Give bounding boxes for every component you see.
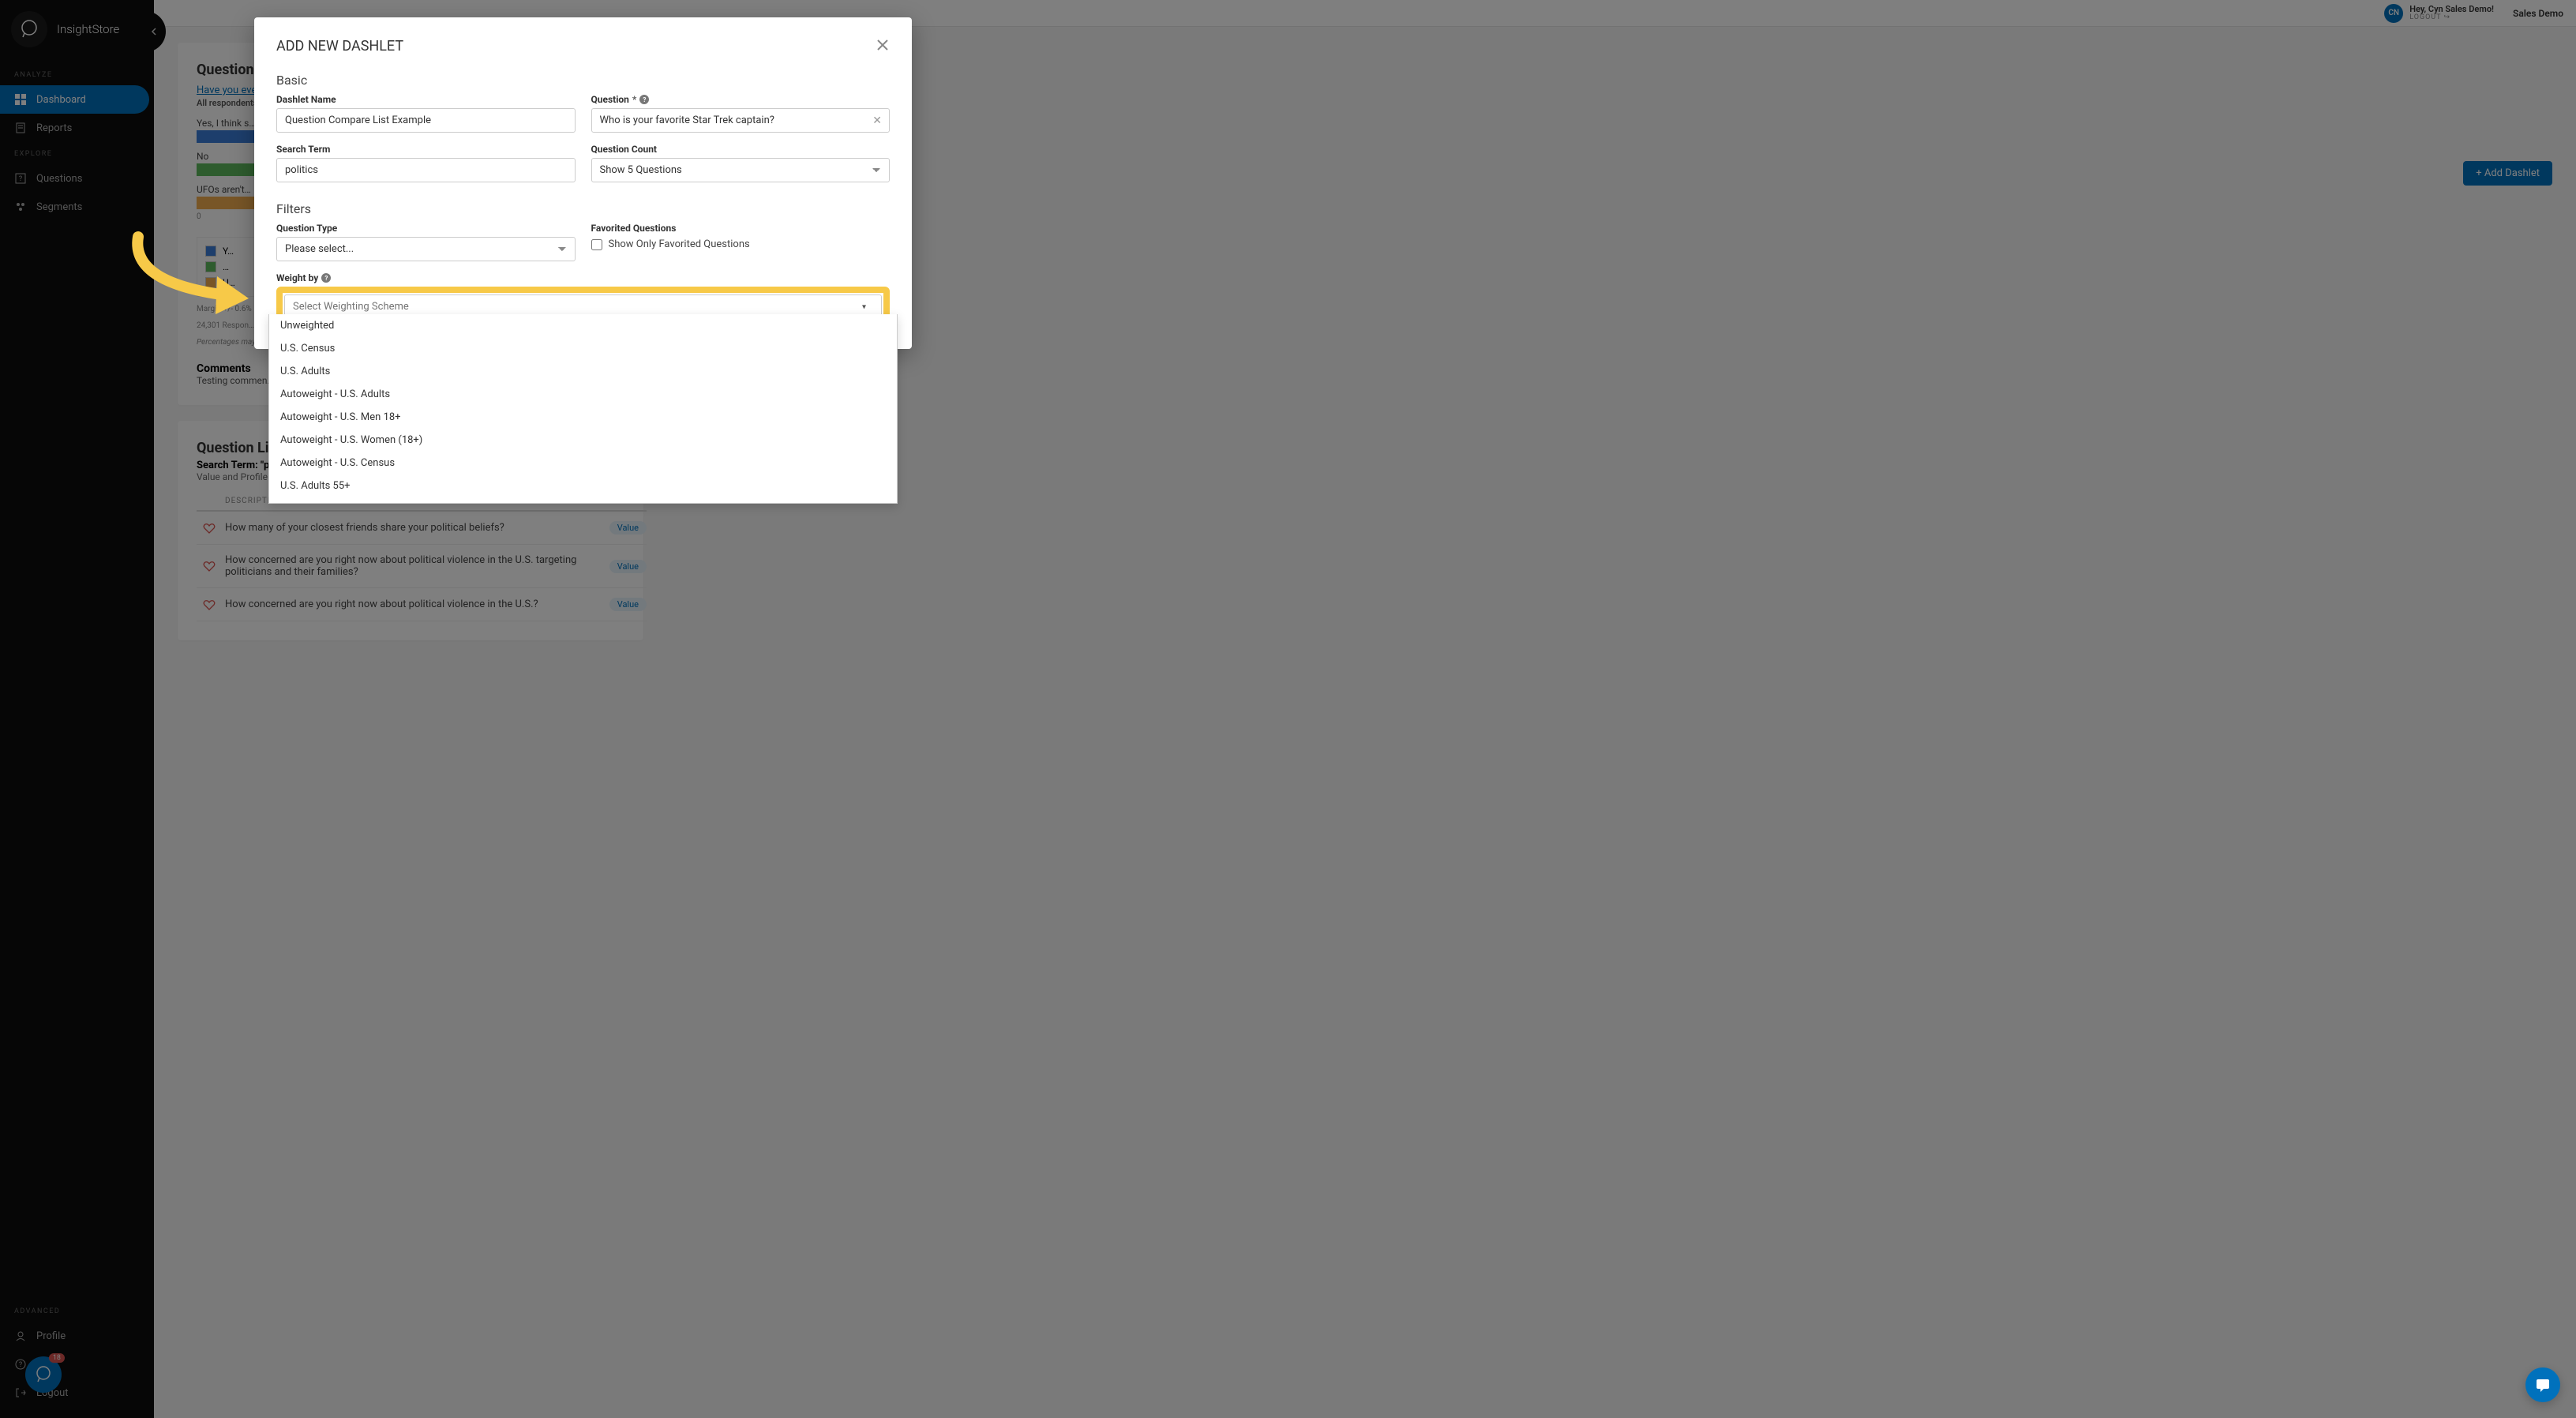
weight-option[interactable]: U.S. Adults 55+ [269, 475, 897, 497]
intercom-launcher[interactable] [2525, 1367, 2560, 1402]
add-dashlet-modal: ADD NEW DASHLET Basic Dashlet Name Quest… [254, 17, 912, 349]
weight-by-label: Weight by? [276, 272, 890, 283]
dashlet-name-input[interactable] [276, 108, 576, 133]
weight-option[interactable]: U.S. Adults 18-34 [269, 497, 897, 504]
weight-option[interactable]: Autoweight - U.S. Census [269, 452, 897, 475]
search-term-label: Search Term [276, 144, 576, 155]
weight-by-dropdown: UnweightedU.S. CensusU.S. AdultsAutoweig… [268, 314, 898, 504]
favorited-label: Favorited Questions [591, 223, 891, 234]
favorited-checkbox[interactable] [591, 239, 602, 250]
weight-option[interactable]: Autoweight - U.S. Women (18+) [269, 429, 897, 452]
weight-option[interactable]: Autoweight - U.S. Adults [269, 383, 897, 406]
dashlet-name-label: Dashlet Name [276, 94, 576, 105]
question-type-label: Question Type [276, 223, 576, 234]
section-filters: Filters [276, 201, 890, 216]
info-icon[interactable]: ? [639, 95, 649, 104]
modal-close-button[interactable] [876, 35, 890, 57]
search-term-input[interactable] [276, 158, 576, 182]
question-count-label: Question Count [591, 144, 891, 155]
favorited-checkbox-row[interactable]: Show Only Favorited Questions [591, 238, 891, 250]
weight-option[interactable]: U.S. Adults [269, 360, 897, 383]
question-label: Question*? [591, 94, 891, 105]
info-icon[interactable]: ? [321, 273, 331, 283]
question-type-select[interactable]: Please select... [276, 237, 576, 261]
close-icon [876, 38, 890, 52]
section-basic: Basic [276, 73, 890, 88]
question-count-select[interactable]: Show 5 Questions [591, 158, 891, 182]
weight-option[interactable]: Unweighted [269, 314, 897, 337]
clear-icon[interactable]: ✕ [872, 114, 882, 127]
weight-option[interactable]: Autoweight - U.S. Men 18+ [269, 406, 897, 429]
modal-title: ADD NEW DASHLET [276, 38, 403, 54]
chat-icon [2534, 1376, 2552, 1394]
favorited-checkbox-label: Show Only Favorited Questions [609, 238, 750, 250]
question-input[interactable] [591, 108, 891, 133]
weight-option[interactable]: U.S. Census [269, 337, 897, 360]
